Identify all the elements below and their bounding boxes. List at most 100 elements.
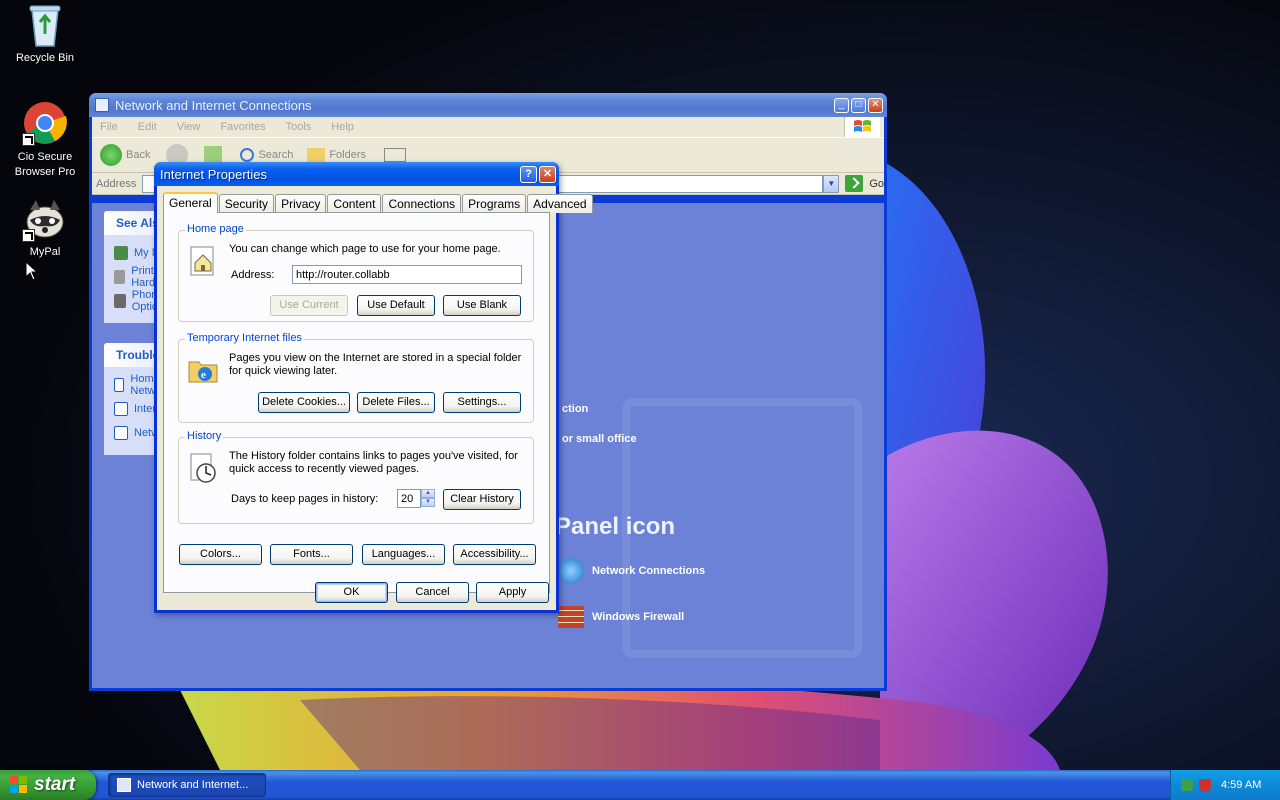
desktop-icon-label: Recycle Bin: [15, 52, 75, 64]
taskbar-item-network-connections[interactable]: Network and Internet...: [108, 773, 266, 797]
windows-firewall-item[interactable]: Windows Firewall: [558, 606, 684, 628]
accessibility-button[interactable]: Accessibility...: [453, 544, 536, 565]
address-dropdown-icon[interactable]: ▼: [823, 174, 840, 193]
menu-help[interactable]: Help: [331, 121, 354, 133]
general-tab-panel: Home page You can change which page to u…: [163, 212, 550, 593]
history-clock-icon: [190, 453, 216, 483]
tab-programs[interactable]: Programs: [462, 194, 527, 213]
desktop-icon-mypal[interactable]: MyPal: [0, 196, 90, 258]
home-page-label: Home page: [185, 223, 246, 235]
desktop-icon-label: Cio Secure Browser Pro: [14, 151, 76, 178]
menu-edit[interactable]: Edit: [138, 121, 157, 133]
delete-cookies-button[interactable]: Delete Cookies...: [258, 392, 350, 413]
days-to-keep-label: Days to keep pages in history:: [231, 493, 379, 505]
ie-folder-icon: e: [188, 361, 218, 383]
tab-privacy[interactable]: Privacy: [275, 194, 327, 213]
dialog-close-button[interactable]: ✕: [539, 165, 556, 183]
desktop-icon-recycle-bin[interactable]: Recycle Bin: [0, 2, 90, 64]
shortcut-arrow-icon: [22, 133, 35, 146]
windows-flag-icon: [10, 776, 28, 794]
tab-connections[interactable]: Connections: [382, 194, 462, 213]
dialog-titlebar[interactable]: Internet Properties ? ✕: [154, 162, 559, 186]
maximize-button[interactable]: □: [851, 97, 866, 113]
phone-icon: [114, 294, 126, 308]
recycle-bin-icon: [22, 2, 68, 48]
start-button[interactable]: start: [0, 770, 96, 800]
folders-icon[interactable]: [307, 148, 326, 162]
history-label: History: [185, 430, 224, 442]
go-label: Go: [869, 177, 884, 190]
home-page-group: Home page You can change which page to u…: [178, 223, 534, 322]
start-label: start: [34, 774, 76, 795]
home-page-address-input[interactable]: [292, 265, 522, 284]
cancel-button[interactable]: Cancel: [396, 582, 469, 603]
go-button[interactable]: Go: [845, 175, 884, 192]
taskbar: start Network and Internet... 4:59 AM: [0, 770, 1280, 800]
help-button[interactable]: ?: [520, 165, 537, 183]
spin-down-icon[interactable]: ▼: [421, 498, 435, 507]
fonts-button[interactable]: Fonts...: [270, 544, 353, 565]
clear-history-button[interactable]: Clear History: [443, 489, 521, 510]
tab-general[interactable]: General: [163, 192, 218, 213]
folder-window-icon: [117, 778, 131, 792]
firewall-brick-icon: [558, 606, 584, 628]
internet-properties-dialog: Internet Properties ? ✕ General Security…: [154, 162, 593, 613]
search-button-label[interactable]: Search: [258, 149, 293, 161]
go-arrow-icon: [845, 175, 864, 192]
task-link[interactable]: or small office: [562, 433, 637, 445]
delete-files-button[interactable]: Delete Files...: [357, 392, 435, 413]
security-shield-icon[interactable]: [1199, 778, 1211, 792]
temp-files-group: Temporary Internet files e Pages you vie…: [178, 332, 534, 423]
menu-favorites[interactable]: Favorites: [220, 121, 265, 133]
history-description: The History folder contains links to pag…: [229, 450, 518, 475]
tab-content[interactable]: Content: [327, 194, 382, 213]
system-tray: 4:59 AM: [1170, 770, 1280, 800]
colors-button[interactable]: Colors...: [179, 544, 262, 565]
languages-button[interactable]: Languages...: [362, 544, 445, 565]
folder-window-icon: [95, 98, 109, 112]
settings-button[interactable]: Settings...: [443, 392, 521, 413]
address-label: Address: [96, 177, 137, 190]
search-icon[interactable]: [240, 148, 255, 162]
spin-up-icon[interactable]: ▲: [421, 489, 435, 498]
tab-security[interactable]: Security: [218, 194, 275, 213]
network-tray-icon[interactable]: [1181, 779, 1193, 791]
home-page-description: You can change which page to use for you…: [229, 243, 501, 255]
dialog-body: General Security Privacy Content Connect…: [157, 186, 593, 610]
temp-files-description: Pages you view on the Internet are store…: [229, 352, 522, 377]
raccoon-mypal-icon: [22, 196, 68, 242]
network-connections-icon: [558, 558, 584, 584]
use-blank-button[interactable]: Use Blank: [443, 295, 521, 316]
tab-advanced[interactable]: Advanced: [527, 194, 593, 213]
desktop-icon-label: MyPal: [29, 246, 61, 258]
minimize-button[interactable]: _: [834, 97, 849, 113]
menu-file[interactable]: File: [100, 121, 118, 133]
printer-icon: [114, 270, 126, 284]
shortcut-arrow-icon: [22, 229, 35, 242]
back-button-label[interactable]: Back: [126, 149, 150, 161]
menu-view[interactable]: View: [177, 121, 201, 133]
explorer-title: Network and Internet Connections: [115, 97, 312, 113]
use-current-button[interactable]: Use Current: [270, 295, 348, 316]
close-button[interactable]: ✕: [868, 97, 883, 113]
explorer-titlebar[interactable]: Network and Internet Connections _ □ ✕: [89, 93, 887, 117]
history-group: History The History folder contains link…: [178, 430, 534, 524]
back-arrow-icon[interactable]: [100, 144, 122, 166]
use-default-button[interactable]: Use Default: [357, 295, 435, 316]
task-link[interactable]: ction: [562, 403, 588, 415]
windows-logo-icon: [844, 117, 880, 137]
desktop-icon-cio-secure-browser[interactable]: Cio Secure Browser Pro: [0, 100, 90, 180]
svg-text:e: e: [201, 369, 206, 381]
help-icon: [114, 402, 128, 416]
folders-button-label[interactable]: Folders: [329, 149, 366, 161]
menu-tools[interactable]: Tools: [286, 121, 312, 133]
days-spinner[interactable]: ▲ ▼: [421, 489, 435, 508]
chrome-browser-icon: [22, 100, 68, 146]
days-to-keep-input[interactable]: [397, 489, 421, 508]
taskbar-item-label: Network and Internet...: [137, 779, 249, 791]
views-icon[interactable]: [384, 148, 407, 162]
apply-button[interactable]: Apply: [476, 582, 549, 603]
clock[interactable]: 4:59 AM: [1221, 779, 1261, 791]
network-connections-item[interactable]: Network Connections: [558, 558, 705, 584]
ok-button[interactable]: OK: [315, 582, 388, 603]
